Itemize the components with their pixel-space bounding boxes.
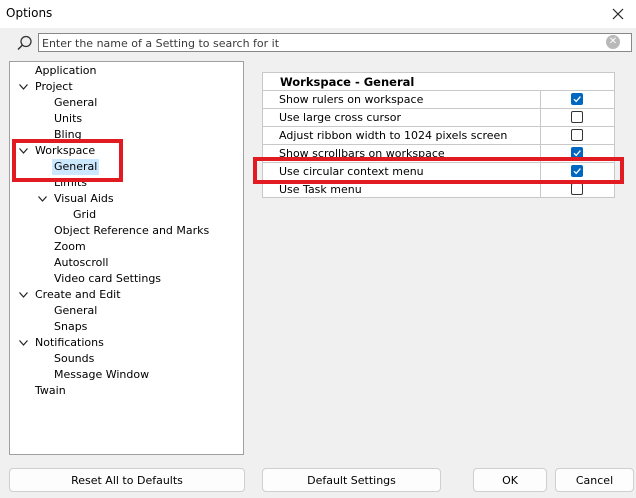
highlight-box-circular-menu [253, 157, 624, 184]
ok-button[interactable]: OK [473, 468, 547, 492]
search-icon [17, 35, 32, 51]
setting-label-cell: Use large cross cursor [263, 109, 541, 126]
settings-tree: Application Project General Units Bling … [9, 61, 244, 455]
setting-label-cell: Show rulers on workspace [263, 91, 541, 108]
checkbox-adjust-ribbon[interactable] [571, 129, 583, 141]
tree-label: Visual Aids [54, 192, 114, 205]
search-input[interactable] [38, 33, 632, 52]
setting-label: Use Task menu [279, 183, 362, 196]
setting-label: Adjust ribbon width to 1024 pixels scree… [279, 129, 508, 142]
title-bar: Options [0, 0, 636, 28]
checkbox-task-menu[interactable] [571, 183, 583, 195]
setting-check-cell [541, 127, 614, 144]
tree-label: Snaps [54, 320, 88, 333]
close-button[interactable] [600, 0, 636, 28]
chevron-down-icon[interactable] [17, 79, 29, 95]
search-bar: ✕ [10, 32, 632, 54]
tree-label: Notifications [35, 336, 104, 349]
tree-label: Autoscroll [54, 256, 109, 269]
grid-title: Workspace - General [280, 75, 415, 89]
clear-search-icon[interactable]: ✕ [606, 35, 620, 49]
setting-row: Adjust ribbon width to 1024 pixels scree… [263, 127, 614, 145]
setting-label-cell: Adjust ribbon width to 1024 pixels scree… [263, 127, 541, 144]
setting-check-cell [541, 91, 614, 108]
setting-label: Use large cross cursor [279, 111, 401, 124]
tree-label: General [54, 96, 98, 109]
setting-row: Use large cross cursor [263, 109, 614, 127]
tree-label: Project [35, 80, 73, 93]
checkbox-large-cross-cursor[interactable] [571, 111, 583, 123]
tree-label: General [54, 304, 98, 317]
tree-label: Sounds [54, 352, 95, 365]
chevron-down-icon[interactable] [17, 287, 29, 303]
setting-label: Show rulers on workspace [279, 93, 424, 106]
tree-label: Zoom [54, 240, 86, 253]
setting-check-cell [541, 109, 614, 126]
check-icon [573, 96, 581, 103]
tree-label: Create and Edit [35, 288, 121, 301]
grid-header: Workspace - General [263, 73, 614, 91]
highlight-box-workspace [12, 139, 123, 182]
default-settings-button[interactable]: Default Settings [262, 468, 441, 492]
window-title: Options [6, 6, 53, 20]
cancel-button[interactable]: Cancel [555, 468, 634, 492]
tree-label: Application [35, 64, 97, 77]
close-icon [612, 8, 624, 20]
reset-all-button[interactable]: Reset All to Defaults [9, 468, 245, 492]
tree-label: Message Window [54, 368, 150, 381]
tree-label: Units [54, 112, 83, 125]
tree-label: Grid [73, 208, 97, 221]
tree-label: Object Reference and Marks [54, 224, 210, 237]
tree-label: Twain [35, 384, 66, 397]
tree-label: Video card Settings [54, 272, 162, 285]
checkbox-show-rulers[interactable] [571, 93, 583, 105]
chevron-down-icon[interactable] [17, 335, 29, 351]
setting-row: Show rulers on workspace [263, 91, 614, 109]
chevron-down-icon[interactable] [36, 191, 48, 207]
